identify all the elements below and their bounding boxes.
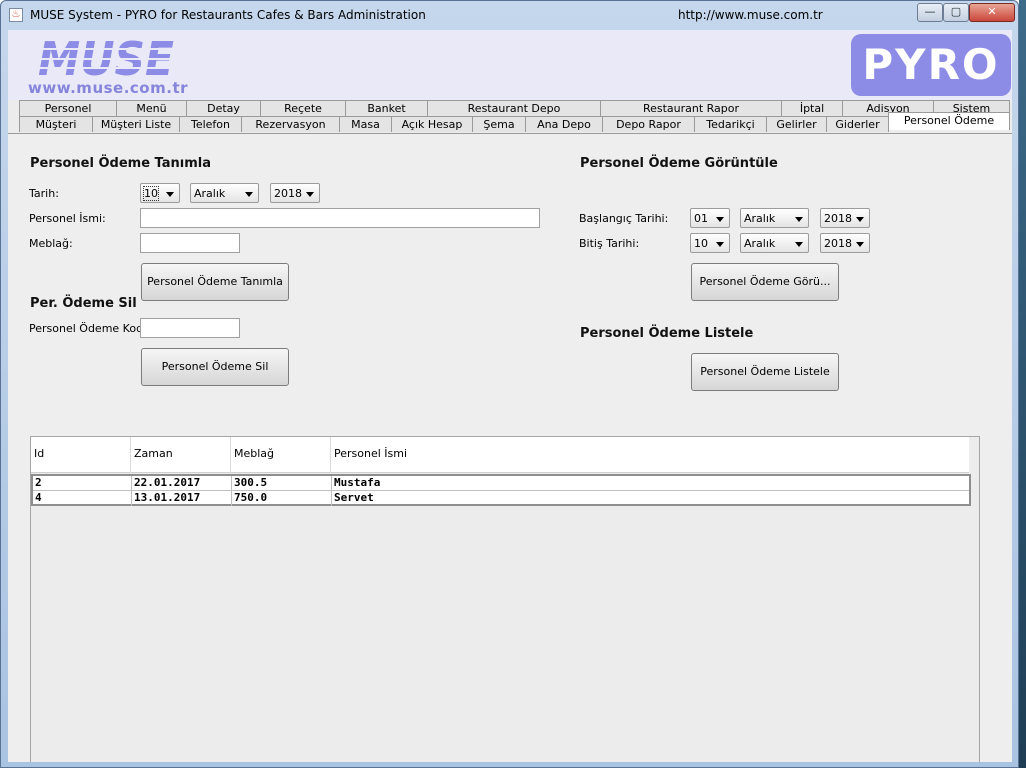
end-date-label: Bitiş Tarihi: bbox=[579, 237, 640, 250]
chevron-down-icon bbox=[856, 242, 864, 247]
tab-depo-rapor[interactable]: Depo Rapor bbox=[602, 116, 695, 132]
desktop-background-strip bbox=[1019, 0, 1026, 768]
column-personel-ismi[interactable]: Personel İsmi bbox=[331, 437, 969, 473]
date-label: Tarih: bbox=[29, 187, 59, 200]
end-day-select[interactable]: 10 bbox=[690, 233, 730, 253]
chevron-down-icon bbox=[795, 242, 803, 247]
cell-id: 2 bbox=[33, 476, 132, 491]
column-id[interactable]: Id bbox=[31, 437, 131, 473]
list-payment-button[interactable]: Personel Ödeme Listele bbox=[691, 353, 839, 391]
amount-input[interactable] bbox=[140, 233, 240, 253]
tab-masa[interactable]: Masa bbox=[339, 116, 392, 132]
app-header: MUSE www.muse.com.tr PYRO bbox=[8, 30, 1012, 100]
cell-id: 4 bbox=[33, 491, 132, 506]
year-select[interactable]: 2018 bbox=[270, 183, 320, 203]
tab-personel[interactable]: Personel bbox=[19, 100, 117, 116]
tab-giderler[interactable]: Giderler bbox=[826, 116, 889, 132]
start-day-value: 01 bbox=[694, 212, 708, 225]
chevron-down-icon bbox=[716, 242, 724, 247]
app-window: ♨ MUSE System - PYRO for Restaurants Caf… bbox=[0, 0, 1019, 768]
tab-detay[interactable]: Detay bbox=[186, 100, 261, 116]
tab-restaurant-rapor[interactable]: Restaurant Rapor bbox=[600, 100, 782, 116]
tab-acik-hesap[interactable]: Açık Hesap bbox=[391, 116, 473, 132]
tab-gelirler[interactable]: Gelirler bbox=[766, 116, 827, 132]
tab-rezervasyon[interactable]: Rezervasyon bbox=[241, 116, 340, 132]
define-section-title: Personel Ödeme Tanımla bbox=[30, 156, 211, 171]
payment-table: Id Zaman Meblağ Personel İsmi 2 22.01.20… bbox=[30, 436, 980, 762]
maximize-button[interactable]: ▢ bbox=[943, 3, 969, 22]
cell-meblag: 300.5 bbox=[232, 476, 332, 491]
chevron-down-icon bbox=[856, 217, 864, 222]
cell-meblag: 750.0 bbox=[232, 491, 332, 506]
chevron-down-icon bbox=[306, 192, 314, 197]
table-row[interactable]: 2 22.01.2017 300.5 Mustafa bbox=[33, 476, 969, 491]
month-select[interactable]: Aralık bbox=[190, 183, 259, 203]
chevron-down-icon bbox=[245, 192, 253, 197]
view-payment-button[interactable]: Personel Ödeme Görü... bbox=[691, 263, 839, 301]
close-button[interactable]: ✕ bbox=[969, 3, 1015, 22]
start-year-select[interactable]: 2018 bbox=[820, 208, 870, 228]
amount-label: Meblağ: bbox=[29, 237, 73, 250]
minimize-button[interactable]: — bbox=[917, 3, 943, 22]
chevron-down-icon bbox=[166, 192, 174, 197]
pyro-logo: PYRO bbox=[851, 34, 1011, 96]
tab-telefon[interactable]: Telefon bbox=[179, 116, 242, 132]
define-payment-button[interactable]: Personel Ödeme Tanımla bbox=[141, 263, 289, 301]
title-bar[interactable]: ♨ MUSE System - PYRO for Restaurants Caf… bbox=[1, 1, 1018, 29]
view-section-title: Personel Ödeme Görüntüle bbox=[580, 156, 778, 171]
tab-musteri[interactable]: Müşteri bbox=[19, 116, 93, 132]
name-label: Personel İsmi: bbox=[29, 212, 106, 225]
delete-section-title: Per. Ödeme Sil bbox=[30, 296, 137, 311]
personel-name-input[interactable] bbox=[140, 208, 540, 228]
tab-tedarikci[interactable]: Tedarikçi bbox=[694, 116, 767, 132]
end-day-value: 10 bbox=[694, 237, 708, 250]
muse-logo-text: MUSE bbox=[38, 35, 174, 79]
end-month-value: Aralık bbox=[744, 237, 776, 250]
column-meblag[interactable]: Meblağ bbox=[231, 437, 331, 473]
muse-logo: MUSE bbox=[36, 35, 176, 79]
month-value: Aralık bbox=[194, 187, 226, 200]
start-month-select[interactable]: Aralık bbox=[740, 208, 809, 228]
cell-personel-ismi: Servet bbox=[334, 491, 374, 504]
tab-restaurant-depo[interactable]: Restaurant Depo bbox=[427, 100, 601, 116]
end-year-select[interactable]: 2018 bbox=[820, 233, 870, 253]
tab-personel-odeme[interactable]: Personel Ödeme bbox=[888, 112, 1010, 130]
window-url: http://www.muse.com.tr bbox=[678, 8, 823, 22]
delete-payment-button[interactable]: Personel Ödeme Sil bbox=[141, 348, 289, 386]
start-year-value: 2018 bbox=[824, 212, 852, 225]
table-header: Id Zaman Meblağ Personel İsmi bbox=[31, 437, 969, 473]
tab-banket[interactable]: Banket bbox=[345, 100, 428, 116]
personel-odeme-panel: Personel Ödeme Tanımla Tarih: 10 Aralık … bbox=[8, 133, 1012, 762]
cell-zaman: 13.01.2017 bbox=[132, 491, 232, 506]
muse-url: www.muse.com.tr bbox=[28, 79, 189, 97]
day-select[interactable]: 10 bbox=[140, 183, 180, 203]
column-zaman[interactable]: Zaman bbox=[131, 437, 231, 473]
cell-zaman: 22.01.2017 bbox=[132, 476, 232, 491]
start-date-label: Başlangıç Tarihi: bbox=[579, 212, 669, 225]
tab-iptal[interactable]: İptal bbox=[781, 100, 843, 116]
cell-personel-ismi: Mustafa bbox=[334, 476, 381, 489]
chevron-down-icon bbox=[716, 217, 724, 222]
chevron-down-icon bbox=[795, 217, 803, 222]
code-label: Personel Ödeme Kodu: bbox=[29, 322, 154, 335]
table-body: 2 22.01.2017 300.5 Mustafa 4 13.01.2017 … bbox=[31, 474, 971, 506]
end-year-value: 2018 bbox=[824, 237, 852, 250]
day-value: 10 bbox=[143, 186, 159, 201]
java-app-icon: ♨ bbox=[9, 8, 23, 22]
window-title: MUSE System - PYRO for Restaurants Cafes… bbox=[30, 8, 426, 22]
tab-recete[interactable]: Reçete bbox=[260, 100, 346, 116]
list-section-title: Personel Ödeme Listele bbox=[580, 326, 754, 341]
tab-musteri-liste[interactable]: Müşteri Liste bbox=[92, 116, 180, 132]
tab-sema[interactable]: Şema bbox=[472, 116, 526, 132]
client-area: MUSE www.muse.com.tr PYRO Personel Menü … bbox=[8, 30, 1012, 762]
table-row[interactable]: 4 13.01.2017 750.0 Servet bbox=[33, 490, 969, 506]
payment-code-input[interactable] bbox=[140, 318, 240, 338]
start-day-select[interactable]: 01 bbox=[690, 208, 730, 228]
tab-ana-depo[interactable]: Ana Depo bbox=[525, 116, 603, 132]
end-month-select[interactable]: Aralık bbox=[740, 233, 809, 253]
year-value: 2018 bbox=[274, 187, 302, 200]
start-month-value: Aralık bbox=[744, 212, 776, 225]
tab-menu[interactable]: Menü bbox=[116, 100, 187, 116]
